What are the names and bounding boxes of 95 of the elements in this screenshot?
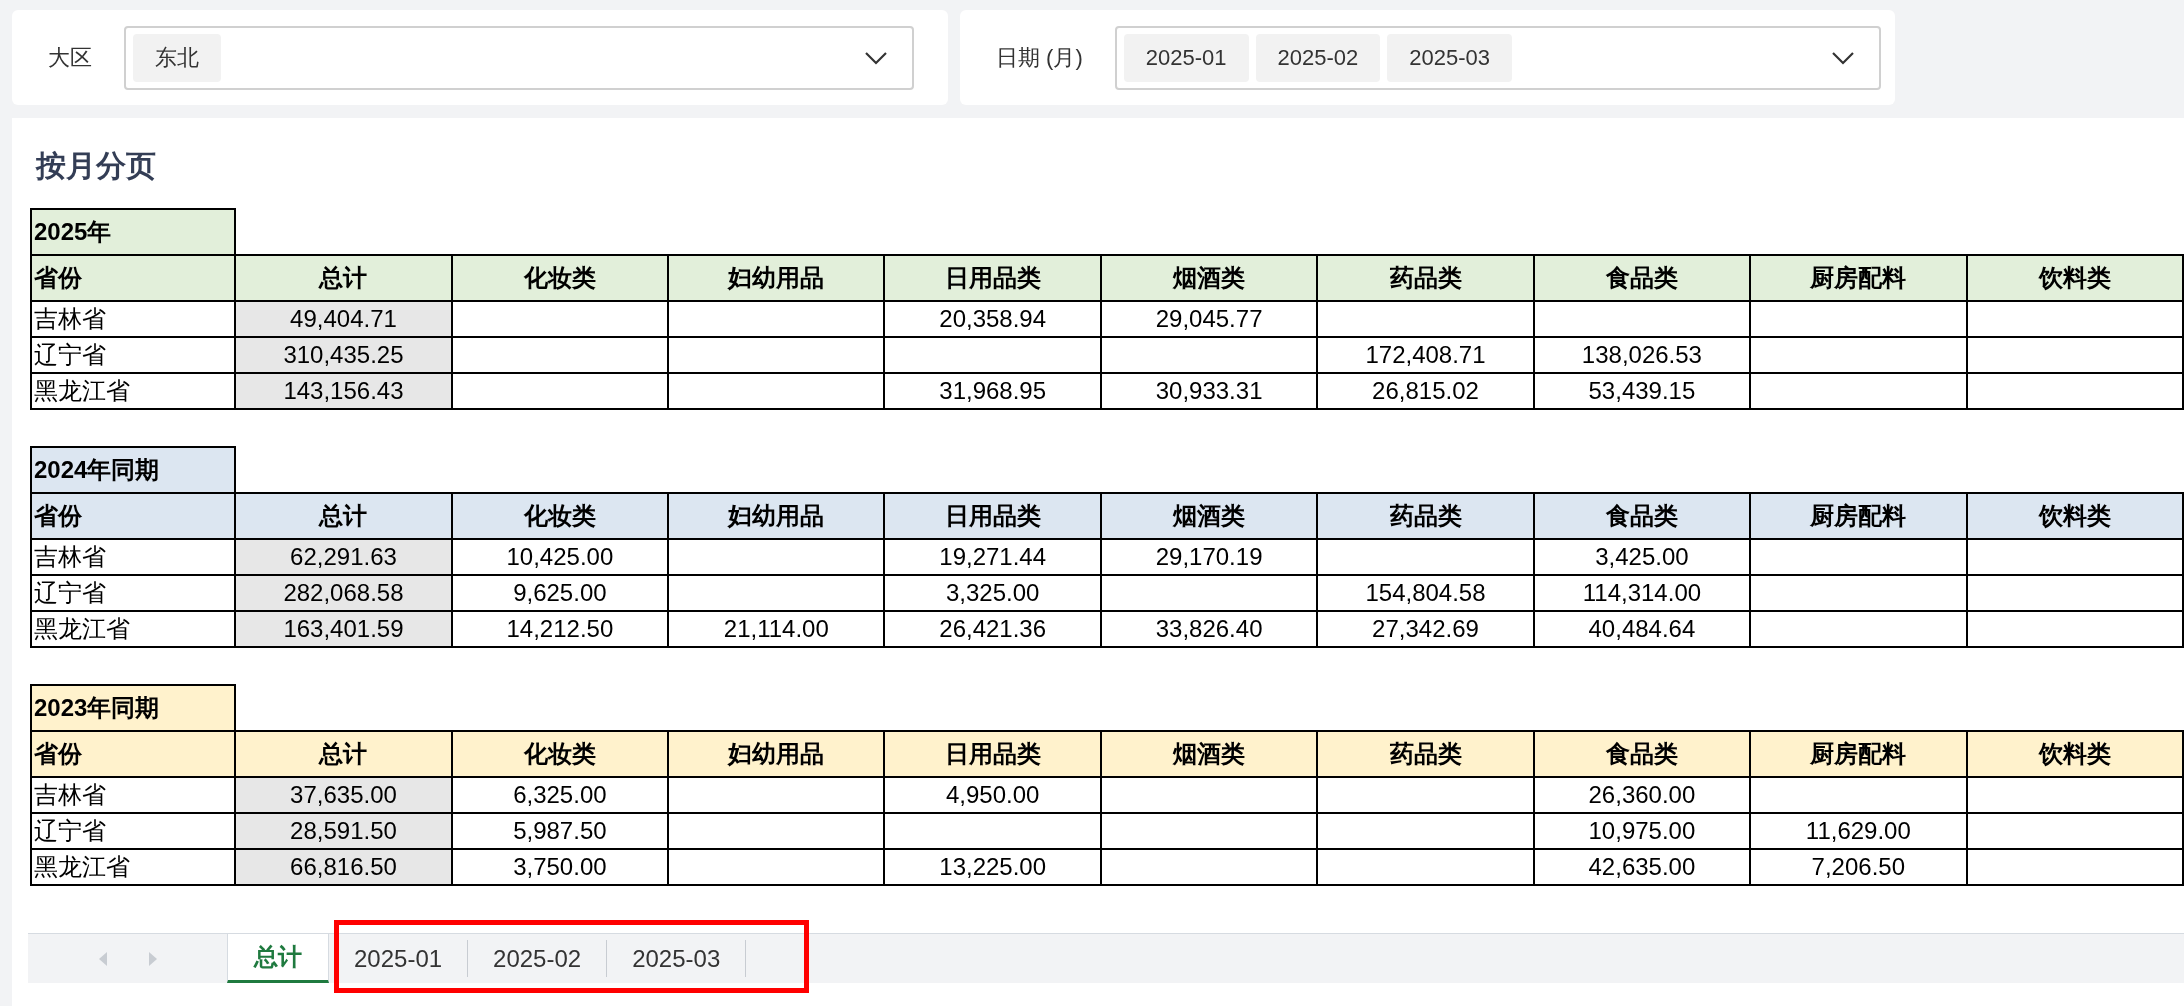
- table-cell: 9,625.00: [451, 575, 669, 611]
- selected-tag: 2025-03: [1387, 33, 1512, 82]
- column-header: 药品类: [1317, 493, 1534, 539]
- table-cell: 26,815.02: [1317, 373, 1534, 409]
- table-cell: 14,212.50: [451, 611, 669, 647]
- column-header: 日用品类: [884, 255, 1101, 301]
- column-header: 厨房配料: [1750, 731, 1967, 777]
- province-cell: 吉林省: [31, 539, 236, 575]
- filter-label: 日期 (月): [996, 44, 1083, 72]
- total-cell: 28,591.50: [235, 813, 452, 849]
- report-title: 按月分页: [36, 148, 156, 184]
- province-cell: 辽宁省: [31, 337, 236, 373]
- total-cell: 282,068.58: [235, 575, 452, 611]
- column-header: 省份: [31, 731, 236, 777]
- table-cell: 40,484.64: [1533, 611, 1751, 647]
- column-header: 总计: [235, 731, 452, 777]
- table-cell: 13,225.00: [884, 849, 1101, 885]
- table-cell: 3,425.00: [1533, 539, 1751, 575]
- total-cell: 163,401.59: [235, 611, 452, 647]
- table-cell: 11,629.00: [1750, 813, 1967, 849]
- column-header: 日用品类: [884, 731, 1101, 777]
- column-header: 厨房配料: [1750, 255, 1967, 301]
- column-header: 总计: [235, 493, 452, 539]
- table-cell: 10,975.00: [1533, 813, 1751, 849]
- province-cell: 黑龙江省: [31, 611, 236, 647]
- column-header: 妇幼用品: [668, 493, 885, 539]
- column-header: 食品类: [1533, 255, 1751, 301]
- column-header: 药品类: [1317, 731, 1534, 777]
- selected-tag: 2025-02: [1255, 33, 1381, 82]
- table-cell: 20,358.94: [884, 301, 1101, 337]
- column-header: 厨房配料: [1750, 493, 1967, 539]
- table-cell: 154,804.58: [1317, 575, 1534, 611]
- multi-select-field[interactable]: 2025-01 2025-02 2025-03: [1114, 25, 1881, 90]
- table-cell: 4,950.00: [884, 777, 1101, 813]
- selected-tag: 2025-01: [1123, 33, 1249, 82]
- province-cell: 吉林省: [31, 301, 236, 337]
- table-cell: 53,439.15: [1533, 373, 1751, 409]
- column-header: 药品类: [1317, 255, 1534, 301]
- column-header: 省份: [31, 255, 236, 301]
- multi-select-field[interactable]: 东北: [124, 25, 914, 90]
- column-header: 食品类: [1533, 493, 1751, 539]
- column-header: 饮料类: [1966, 493, 2183, 539]
- total-cell: 62,291.63: [235, 539, 452, 575]
- column-header: 烟酒类: [1100, 731, 1318, 777]
- table-cell: 7,206.50: [1750, 849, 1967, 885]
- table-cell: 3,325.00: [884, 575, 1101, 611]
- column-header: 总计: [235, 255, 452, 301]
- column-header: 妇幼用品: [668, 731, 885, 777]
- column-header: 省份: [31, 493, 236, 539]
- column-header: 食品类: [1533, 731, 1751, 777]
- table-cell: 42,635.00: [1533, 849, 1751, 885]
- table-cell: 3,750.00: [451, 849, 669, 885]
- column-header: 化妆类: [451, 731, 669, 777]
- table-cell: 6,325.00: [451, 777, 669, 813]
- total-cell: 37,635.00: [235, 777, 452, 813]
- section-title-cell: 2024年同期: [31, 447, 236, 493]
- table-cell: 26,360.00: [1533, 777, 1751, 813]
- column-header: 妇幼用品: [668, 255, 885, 301]
- next-sheet-icon[interactable]: [147, 950, 158, 967]
- table-cell: 10,425.00: [451, 539, 669, 575]
- table-cell: 27,342.69: [1317, 611, 1534, 647]
- total-cell: 66,816.50: [235, 849, 452, 885]
- section-title-cell: 2025年: [31, 209, 236, 255]
- total-cell: 143,156.43: [235, 373, 452, 409]
- column-header: 日用品类: [884, 493, 1101, 539]
- table-cell: 21,114.00: [668, 611, 885, 647]
- province-cell: 辽宁省: [31, 813, 236, 849]
- column-header: 烟酒类: [1100, 255, 1318, 301]
- province-cell: 黑龙江省: [31, 849, 236, 885]
- table-cell: 29,170.19: [1100, 539, 1318, 575]
- table-cell: 31,968.95: [884, 373, 1101, 409]
- table-cell: 172,408.71: [1317, 337, 1534, 373]
- table-cell: 19,271.44: [884, 539, 1101, 575]
- table-cell: 29,045.77: [1100, 301, 1318, 337]
- column-header: 饮料类: [1966, 255, 2183, 301]
- selected-tag: 东北: [133, 33, 221, 82]
- total-cell: 49,404.71: [235, 301, 452, 337]
- previous-sheet-icon[interactable]: [97, 950, 108, 967]
- province-cell: 辽宁省: [31, 575, 236, 611]
- province-cell: 黑龙江省: [31, 373, 236, 409]
- table-cell: 138,026.53: [1533, 337, 1751, 373]
- column-header: 化妆类: [451, 493, 669, 539]
- column-header: 烟酒类: [1100, 493, 1318, 539]
- filter-label: 大区: [48, 44, 92, 72]
- total-cell: 310,435.25: [235, 337, 452, 373]
- province-cell: 吉林省: [31, 777, 236, 813]
- table-cell: 114,314.00: [1533, 575, 1751, 611]
- table-cell: 33,826.40: [1100, 611, 1318, 647]
- column-header: 化妆类: [451, 255, 669, 301]
- sheet-tab[interactable]: 总计: [227, 934, 329, 983]
- table-cell: 30,933.31: [1100, 373, 1318, 409]
- table-cell: 5,987.50: [451, 813, 669, 849]
- section-title-cell: 2023年同期: [31, 685, 236, 731]
- column-header: 饮料类: [1966, 731, 2183, 777]
- table-cell: 26,421.36: [884, 611, 1101, 647]
